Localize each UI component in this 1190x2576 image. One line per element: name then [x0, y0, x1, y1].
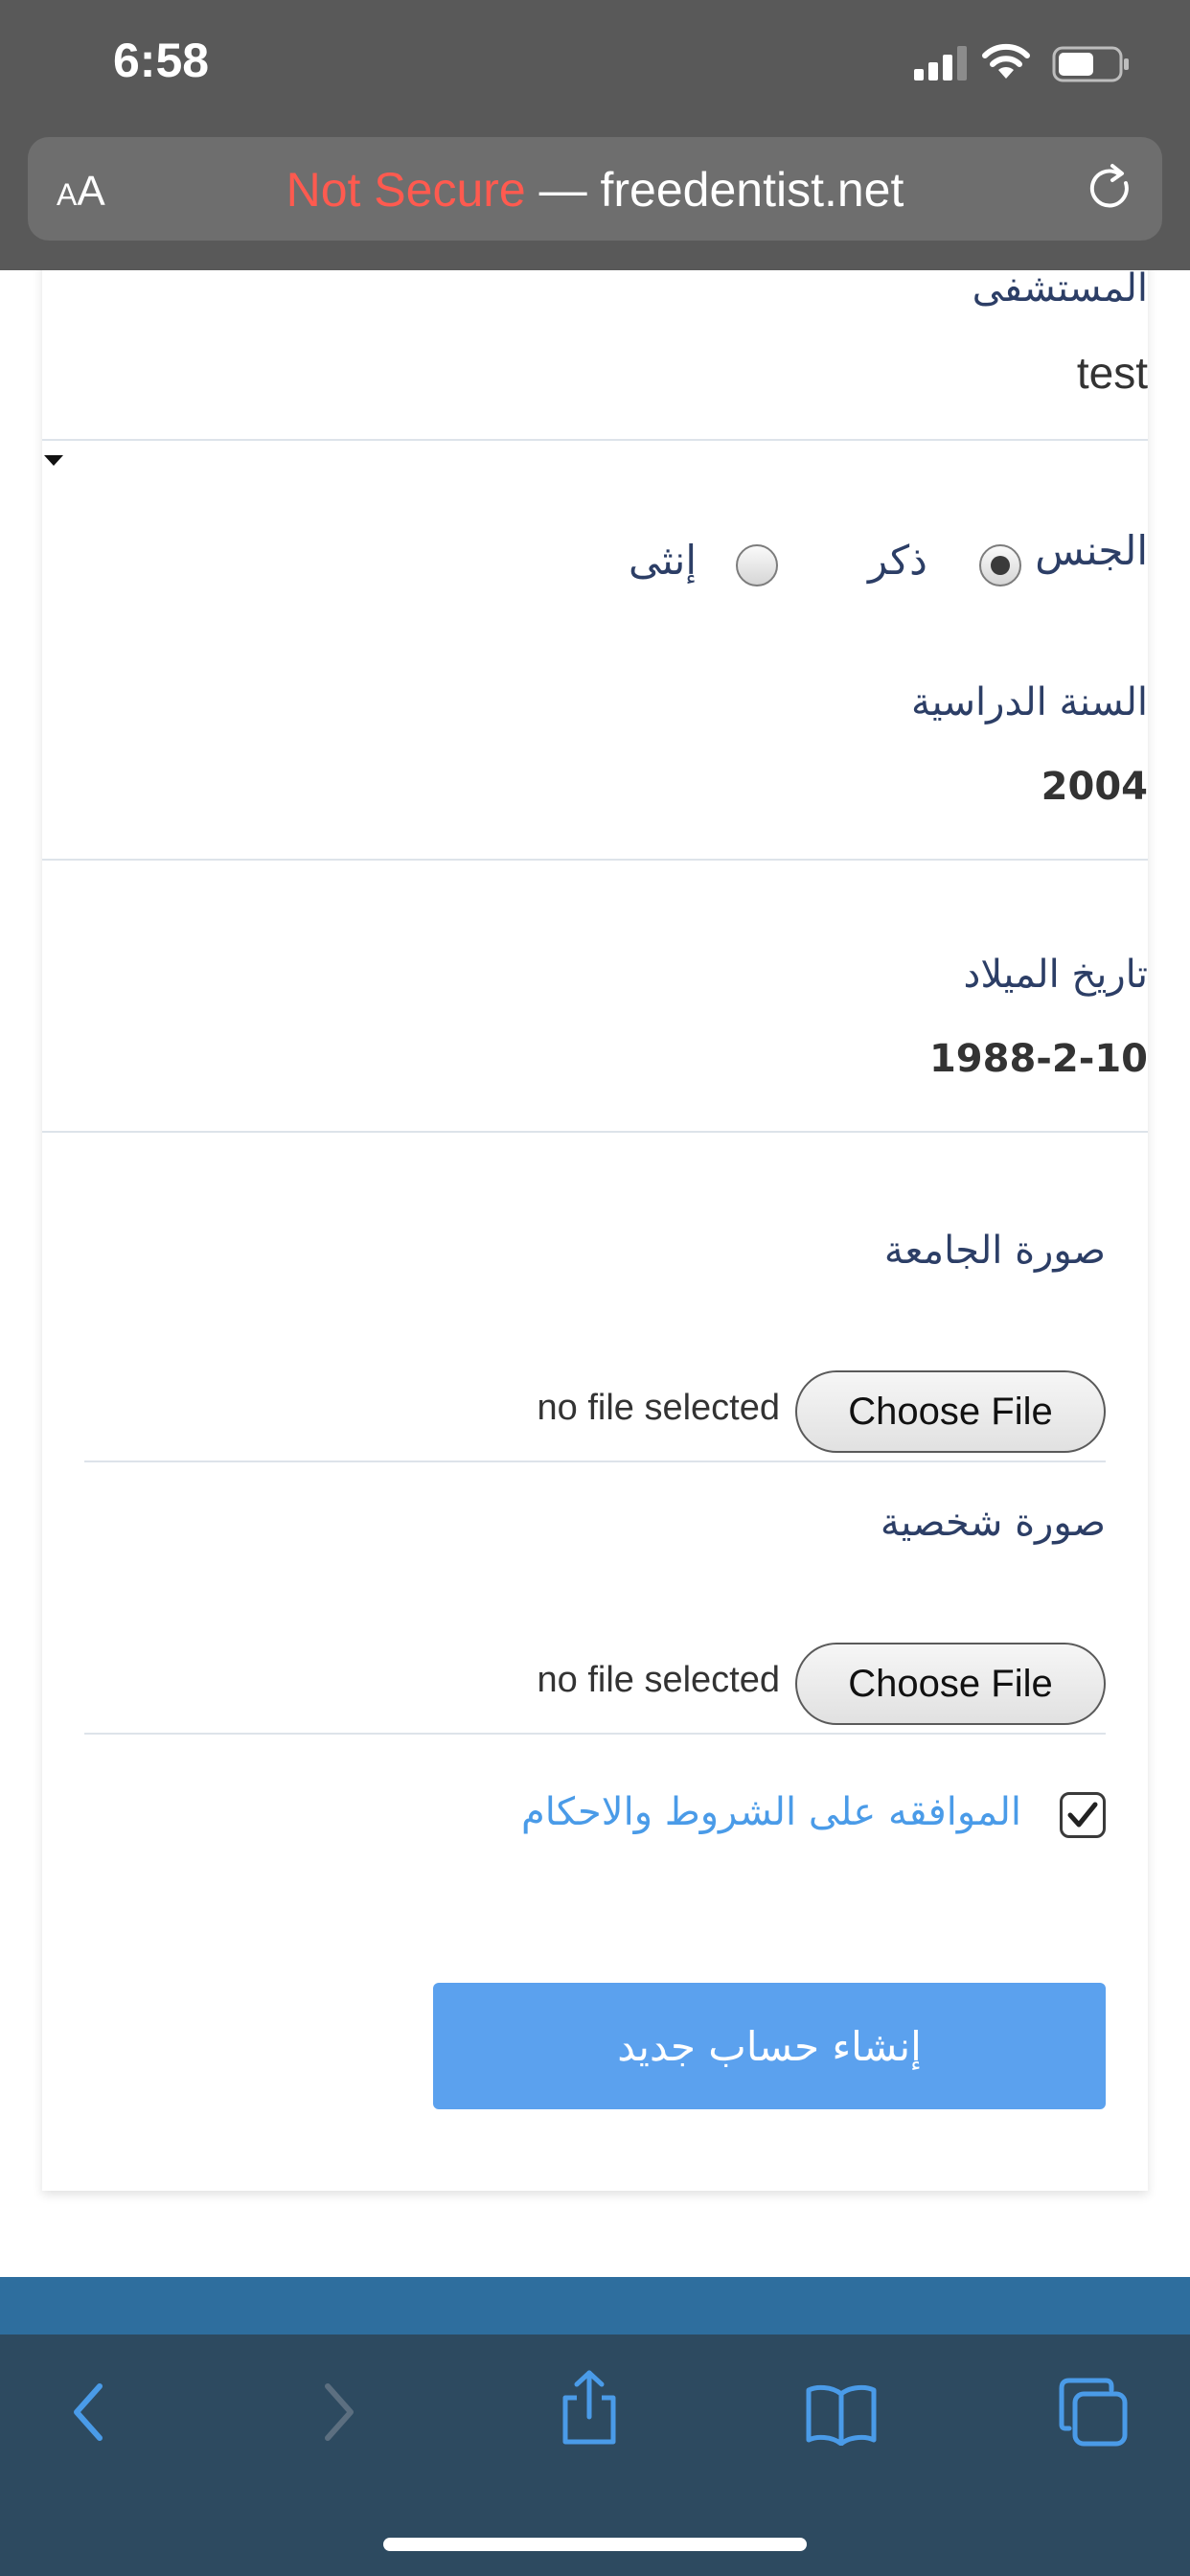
gender-male-radio[interactable]: [979, 544, 1021, 586]
university-photo-field: Choose File no file selected: [84, 1370, 1106, 1457]
gender-label: الجنس: [1035, 527, 1148, 574]
browser-top-bar: 6:58 AA Not Secure — freedentist.net: [0, 0, 1190, 270]
url-separator: —: [525, 163, 601, 217]
url-display[interactable]: Not Secure — freedentist.net: [28, 162, 1162, 218]
cellular-signal-icon: [914, 46, 967, 80]
study-year-input[interactable]: 2004: [42, 749, 1148, 836]
birth-date-value: 1988-2-10: [928, 1037, 1148, 1081]
birth-date-input[interactable]: 1988-2-10: [42, 1020, 1148, 1106]
gender-male-label: ذكر: [868, 537, 927, 584]
study-year-value: 2004: [1041, 765, 1148, 809]
tabs-icon[interactable]: [1058, 2377, 1129, 2448]
personal-photo-status: no file selected: [537, 1660, 781, 1700]
checkmark-icon: [1067, 1802, 1098, 1828]
url-domain: freedentist.net: [600, 163, 904, 217]
personal-photo-label: صورة شخصية: [880, 1501, 1106, 1545]
battery-icon: [1052, 46, 1129, 82]
personal-photo-field: Choose File no file selected: [84, 1643, 1106, 1729]
gender-female-radio[interactable]: [736, 544, 778, 586]
status-time: 6:58: [113, 34, 210, 87]
hospital-label: المستشفى: [972, 270, 1148, 310]
study-year-underline: [42, 859, 1148, 861]
wifi-icon: [982, 43, 1030, 79]
create-account-button[interactable]: إنشاء حساب جديد: [433, 1983, 1106, 2109]
web-page: المستشفى test الجنس ذكر إنثى السنة الدرا…: [0, 270, 1190, 2334]
personal-photo-choose-button[interactable]: Choose File: [795, 1643, 1106, 1725]
personal-photo-underline: [84, 1733, 1106, 1735]
dropdown-caret-icon: [44, 455, 63, 466]
university-photo-underline: [84, 1460, 1106, 1462]
university-photo-choose-button[interactable]: Choose File: [795, 1370, 1106, 1453]
gender-female-label: إنثى: [629, 537, 698, 584]
birth-date-label: تاريخ الميلاد: [963, 953, 1148, 997]
birth-date-underline: [42, 1131, 1148, 1133]
registration-form: المستشفى test الجنس ذكر إنثى السنة الدرا…: [42, 270, 1148, 2191]
bookmarks-icon[interactable]: [805, 2384, 878, 2446]
university-photo-status: no file selected: [537, 1388, 781, 1428]
page-footer: [0, 2277, 1190, 2334]
hospital-select[interactable]: test: [42, 328, 1148, 466]
back-icon[interactable]: [63, 2379, 117, 2446]
not-secure-label: Not Secure: [286, 163, 526, 217]
share-icon[interactable]: [556, 2369, 623, 2446]
address-bar[interactable]: AA Not Secure — freedentist.net: [28, 137, 1162, 241]
study-year-label: السنة الدراسية: [911, 680, 1148, 724]
terms-checkbox[interactable]: [1060, 1792, 1106, 1838]
home-indicator: [383, 2538, 807, 2551]
university-photo-label: صورة الجامعة: [883, 1229, 1106, 1273]
reload-icon[interactable]: [1084, 162, 1137, 216]
forward-icon[interactable]: [310, 2379, 364, 2446]
terms-link[interactable]: الموافقه على الشروط والاحكام: [521, 1790, 1021, 1834]
hospital-underline: [42, 439, 1148, 441]
hospital-selected-value: test: [1076, 348, 1148, 398]
